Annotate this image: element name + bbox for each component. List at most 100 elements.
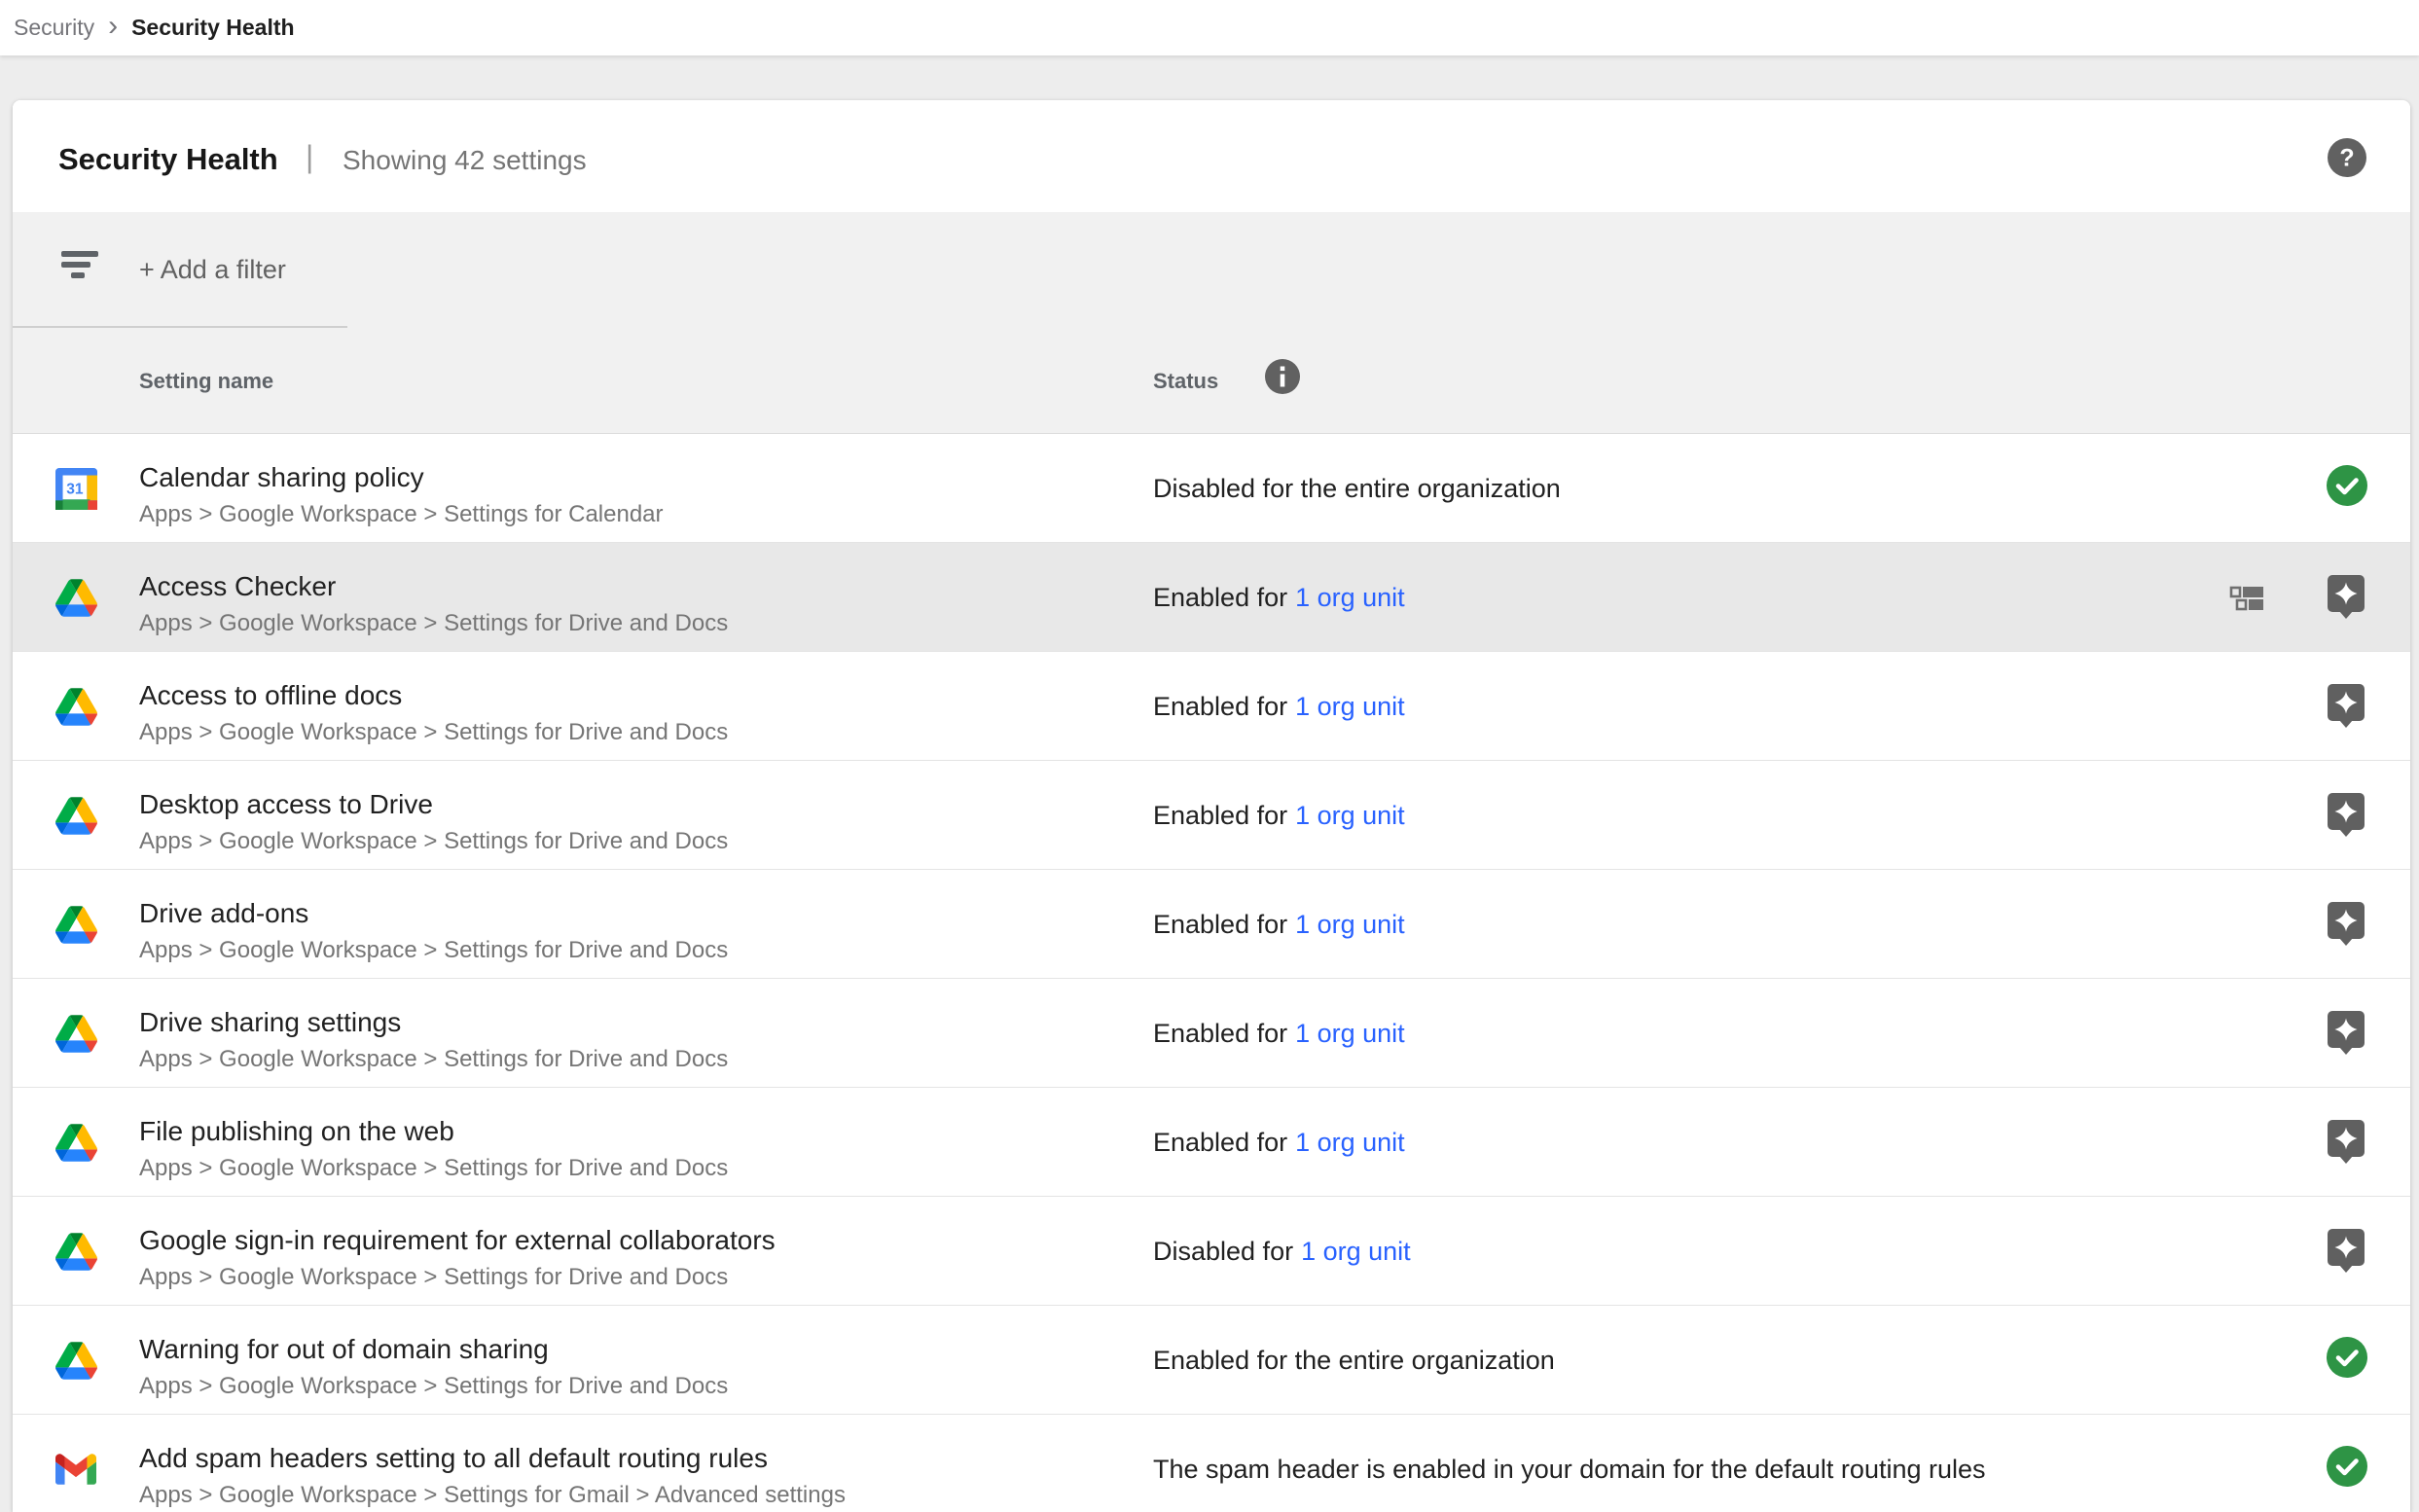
- table-header: Setting name Status: [13, 328, 2410, 434]
- card-header: Security Health | Showing 42 settings ?: [13, 100, 2410, 212]
- org-unit-link[interactable]: 1 org unit: [1295, 692, 1405, 722]
- page-title: Security Health: [58, 142, 278, 177]
- help-icon[interactable]: ?: [2328, 138, 2366, 177]
- setting-text: Access Checker Apps > Google Workspace >…: [139, 567, 728, 640]
- status-text: Disabled for the entire organization: [1153, 474, 1561, 504]
- recommendation-icon[interactable]: [2327, 1010, 2367, 1057]
- setting-status: Enabled for 1 org unit: [1153, 870, 1405, 979]
- table-row[interactable]: 31 Calendar sharing policy Apps > Google…: [13, 434, 2410, 543]
- status-text: The spam header is enabled in your domai…: [1153, 1455, 1986, 1485]
- setting-name: Warning for out of domain sharing: [139, 1330, 728, 1369]
- setting-path: Apps > Google Workspace > Settings for D…: [139, 824, 728, 858]
- setting-status: The spam header is enabled in your domai…: [1153, 1415, 1986, 1512]
- table-row[interactable]: Access Checker Apps > Google Workspace >…: [13, 543, 2410, 652]
- table-row[interactable]: Google sign-in requirement for external …: [13, 1197, 2410, 1306]
- filter-bar: + Add a filter: [13, 212, 2410, 328]
- table-row[interactable]: Warning for out of domain sharing Apps >…: [13, 1306, 2410, 1415]
- setting-text: Desktop access to Drive Apps > Google Wo…: [139, 785, 728, 858]
- drive-icon: [55, 1120, 98, 1165]
- setting-path: Apps > Google Workspace > Settings for G…: [139, 1478, 846, 1512]
- setting-name: Calendar sharing policy: [139, 458, 664, 497]
- breadcrumb-chevron-icon: ›: [108, 12, 118, 41]
- table-row[interactable]: Access to offline docs Apps > Google Wor…: [13, 652, 2410, 761]
- svg-text:?: ?: [2339, 145, 2354, 172]
- status-text: Enabled for: [1153, 1128, 1287, 1158]
- setting-status: Enabled for 1 org unit: [1153, 761, 1405, 870]
- status-text: Enabled for: [1153, 801, 1287, 831]
- status-ok-icon: [2327, 1337, 2367, 1384]
- drive-icon: [55, 1011, 98, 1056]
- table-row[interactable]: Add spam headers setting to all default …: [13, 1415, 2410, 1512]
- setting-text: Drive sharing settings Apps > Google Wor…: [139, 1003, 728, 1076]
- settings-count: Showing 42 settings: [343, 145, 587, 176]
- setting-text: Add spam headers setting to all default …: [139, 1439, 846, 1512]
- column-header-setting-name: Setting name: [139, 369, 273, 394]
- drive-icon: [55, 793, 98, 838]
- table-row[interactable]: Drive add-ons Apps > Google Workspace > …: [13, 870, 2410, 979]
- table-row[interactable]: Drive sharing settings Apps > Google Wor…: [13, 979, 2410, 1088]
- setting-name: Access Checker: [139, 567, 728, 606]
- setting-path: Apps > Google Workspace > Settings for D…: [139, 933, 728, 967]
- breadcrumb-current: Security Health: [131, 15, 294, 41]
- setting-status: Enabled for 1 org unit: [1153, 1088, 1405, 1197]
- setting-text: Access to offline docs Apps > Google Wor…: [139, 676, 728, 749]
- setting-status: Disabled for the entire organization: [1153, 434, 1561, 543]
- security-health-card: Security Health | Showing 42 settings ? …: [13, 100, 2410, 1512]
- setting-path: Apps > Google Workspace > Settings for D…: [139, 1369, 728, 1403]
- setting-path: Apps > Google Workspace > Settings for C…: [139, 497, 664, 531]
- setting-path: Apps > Google Workspace > Settings for D…: [139, 1151, 728, 1185]
- settings-table-body: 31 Calendar sharing policy Apps > Google…: [13, 434, 2410, 1512]
- recommendation-icon[interactable]: [2327, 792, 2367, 839]
- status-ok-icon: [2327, 465, 2367, 512]
- status-info-icon[interactable]: [1265, 359, 1300, 394]
- status-text: Enabled for: [1153, 692, 1287, 722]
- drive-icon: [55, 1338, 98, 1383]
- setting-name: Add spam headers setting to all default …: [139, 1439, 846, 1478]
- setting-name: Desktop access to Drive: [139, 785, 728, 824]
- setting-text: File publishing on the web Apps > Google…: [139, 1112, 728, 1185]
- org-unit-link[interactable]: 1 org unit: [1295, 910, 1405, 940]
- filter-list-icon: [61, 251, 98, 280]
- setting-name: Drive sharing settings: [139, 1003, 728, 1042]
- drive-icon: [55, 684, 98, 729]
- org-unit-link[interactable]: 1 org unit: [1295, 801, 1405, 831]
- setting-text: Drive add-ons Apps > Google Workspace > …: [139, 894, 728, 967]
- setting-status: Enabled for 1 org unit: [1153, 979, 1405, 1088]
- table-row[interactable]: File publishing on the web Apps > Google…: [13, 1088, 2410, 1197]
- recommendation-icon[interactable]: [2327, 1228, 2367, 1275]
- recommendation-icon[interactable]: [2327, 901, 2367, 948]
- table-row[interactable]: Desktop access to Drive Apps > Google Wo…: [13, 761, 2410, 870]
- setting-text: Warning for out of domain sharing Apps >…: [139, 1330, 728, 1403]
- recommendation-icon[interactable]: [2327, 574, 2367, 621]
- setting-name: Google sign-in requirement for external …: [139, 1221, 776, 1260]
- breadcrumb: Security › Security Health: [0, 0, 2419, 55]
- org-unit-link[interactable]: 1 org unit: [1295, 583, 1405, 613]
- setting-status: Enabled for 1 org unit: [1153, 652, 1405, 761]
- setting-path: Apps > Google Workspace > Settings for D…: [139, 1042, 728, 1076]
- add-filter-button[interactable]: + Add a filter: [139, 255, 286, 285]
- gmail-icon: [55, 1447, 98, 1492]
- setting-name: Drive add-ons: [139, 894, 728, 933]
- setting-text: Google sign-in requirement for external …: [139, 1221, 776, 1294]
- setting-path: Apps > Google Workspace > Settings for D…: [139, 715, 728, 749]
- org-structure-icon: [2229, 585, 2264, 611]
- recommendation-icon[interactable]: [2327, 1119, 2367, 1166]
- title-separator: |: [306, 139, 313, 175]
- status-text: Enabled for: [1153, 583, 1287, 613]
- drive-icon: [55, 1229, 98, 1274]
- setting-status: Enabled for 1 org unit: [1153, 543, 1405, 652]
- status-text: Enabled for: [1153, 910, 1287, 940]
- org-unit-link[interactable]: 1 org unit: [1295, 1128, 1405, 1158]
- org-unit-link[interactable]: 1 org unit: [1301, 1237, 1411, 1267]
- column-header-status: Status: [1153, 369, 1218, 394]
- status-text: Enabled for: [1153, 1019, 1287, 1049]
- setting-text: Calendar sharing policy Apps > Google Wo…: [139, 458, 664, 531]
- org-unit-link[interactable]: 1 org unit: [1295, 1019, 1405, 1049]
- status-text: Disabled for: [1153, 1237, 1293, 1267]
- status-ok-icon: [2327, 1446, 2367, 1493]
- recommendation-icon[interactable]: [2327, 683, 2367, 730]
- setting-path: Apps > Google Workspace > Settings for D…: [139, 606, 728, 640]
- calendar-icon: 31: [55, 466, 98, 511]
- drive-icon: [55, 902, 98, 947]
- breadcrumb-parent[interactable]: Security: [14, 15, 94, 41]
